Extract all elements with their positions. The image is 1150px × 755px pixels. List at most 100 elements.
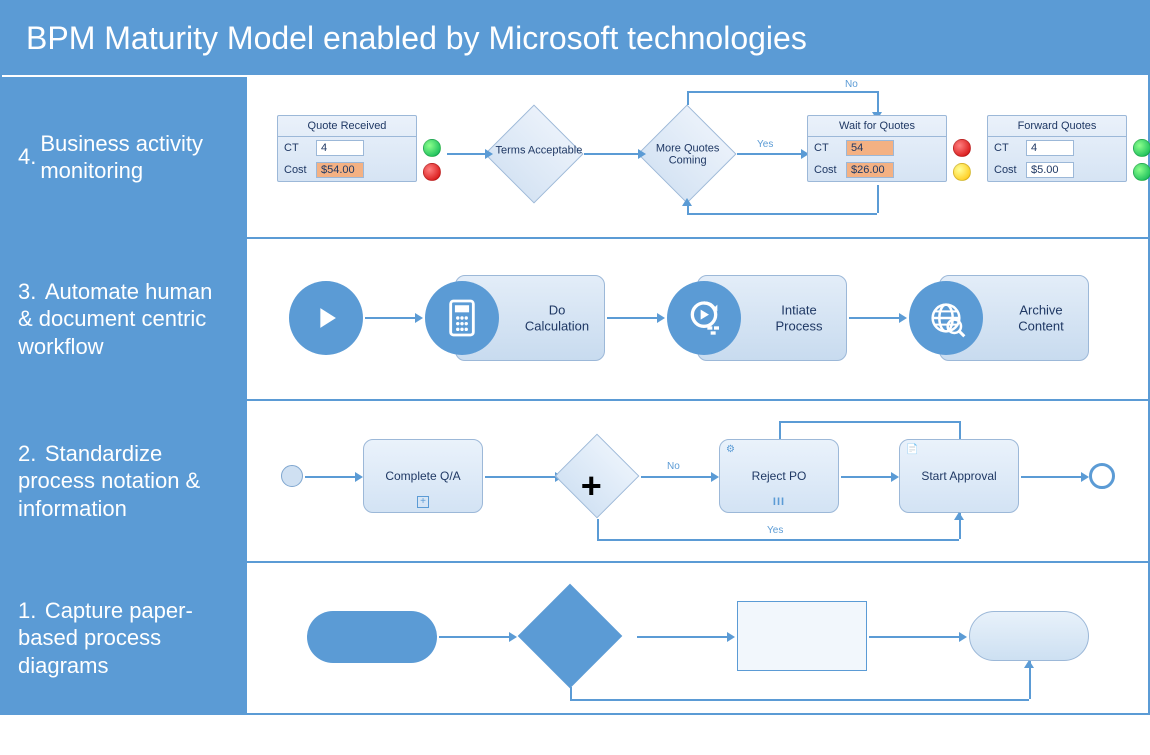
connector-label-yes: Yes: [767, 525, 783, 536]
script-task-icon: 📄: [906, 444, 918, 455]
row-2-text: Standardize process notation & informati…: [18, 441, 200, 521]
row-1-text: Capture paper-based process diagrams: [18, 598, 193, 678]
arrow-head-icon: [1024, 660, 1034, 668]
arrow-head-icon: [657, 313, 665, 323]
row-2: 2. Standardize process notation & inform…: [2, 401, 1148, 563]
connector: [584, 153, 638, 155]
calculator-icon: [425, 281, 499, 355]
activity-quote-received: Quote Received CT4 Cost$54.00: [277, 115, 417, 182]
row-4-text: Business activity monitoring: [40, 130, 231, 185]
row-2-num: 2.: [18, 441, 36, 466]
wf-card-label: Intiate Process: [764, 302, 834, 333]
row-3-label: 3. Automate human & document centric wor…: [2, 239, 247, 399]
terminator-shape-light: [969, 611, 1089, 661]
connector: [849, 317, 899, 319]
connector: [597, 539, 959, 541]
arrow-head-icon: [682, 198, 692, 206]
wf-card-label: Archive Content: [1006, 302, 1076, 333]
play-icon: [289, 281, 363, 355]
connector: [637, 636, 727, 638]
gateway-label: More Quotes Coming: [643, 143, 733, 167]
globe-icon: [909, 281, 983, 355]
activity-forward-quotes: Forward Quotes CT4 Cost$5.00: [987, 115, 1127, 182]
arrow-head-icon: [485, 149, 493, 159]
gateway-label: Terms Acceptable: [494, 144, 584, 156]
connector: [1021, 476, 1081, 478]
arrow-head-icon: [954, 512, 964, 520]
connector: [779, 421, 781, 439]
bpmn-canvas: Complete Q/A + + No Reject PO ⚙ III Star…: [247, 401, 1148, 561]
task-label: Complete Q/A: [385, 469, 460, 483]
connector: [869, 636, 959, 638]
task-label: Start Approval: [921, 469, 996, 483]
arrow-head-icon: [959, 632, 967, 642]
terminator-shape: [307, 611, 437, 663]
activity-title: Quote Received: [278, 116, 416, 137]
connector: [447, 153, 485, 155]
task-start-approval: Start Approval 📄: [899, 439, 1019, 513]
connector: [687, 91, 877, 93]
arrow-head-icon: [891, 472, 899, 482]
row-4-label: 4. Business activity monitoring: [2, 77, 247, 237]
connector: [485, 476, 555, 478]
arrow-head-icon: [355, 472, 363, 482]
status-dot-green: [1133, 139, 1150, 157]
arrow-head-icon: [509, 632, 517, 642]
connector: [305, 476, 355, 478]
connector-label-yes: Yes: [757, 139, 773, 150]
row-1: 1. Capture paper-based process diagrams: [2, 563, 1148, 713]
arrow-head-icon: [415, 313, 423, 323]
status-dot-red: [953, 139, 971, 157]
connector: [439, 636, 509, 638]
service-task-icon: ⚙: [726, 444, 735, 455]
shapes-canvas: [247, 563, 1148, 713]
workflow-canvas: Do Calculation Intiate Process Archive C…: [247, 239, 1148, 399]
activity-title: Wait for Quotes: [808, 116, 946, 137]
connector: [687, 91, 689, 105]
connector: [687, 213, 877, 215]
arrow-head-icon: [638, 149, 646, 159]
connector-label-no: No: [845, 79, 858, 90]
status-dot-red: [423, 163, 441, 181]
activity-wait-quotes: Wait for Quotes CT54 Cost$26.00: [807, 115, 947, 182]
process-shape: [737, 601, 867, 671]
connector: [570, 687, 572, 699]
gateway-terms-acceptable: Terms Acceptable: [485, 105, 584, 204]
row-3-num: 3.: [18, 279, 36, 304]
bam-canvas: Quote Received CT4 Cost$54.00 Terms Acce…: [247, 77, 1148, 237]
connector: [877, 185, 879, 213]
connector: [607, 317, 657, 319]
multi-instance-icon: III: [773, 496, 785, 508]
connector: [597, 519, 599, 539]
arrow-head-icon: [1081, 472, 1089, 482]
plus-icon: +: [581, 465, 639, 507]
row-3: 3. Automate human & document centric wor…: [2, 239, 1148, 401]
connector: [779, 421, 959, 423]
activity-title: Forward Quotes: [988, 116, 1126, 137]
row-1-num: 1.: [18, 598, 36, 623]
status-dot-yellow: [953, 163, 971, 181]
gateway-more-quotes: More Quotes Coming: [638, 105, 737, 204]
connector-label-no: No: [667, 461, 680, 472]
gateway-parallel: +: [555, 434, 640, 519]
decision-shape: [518, 584, 623, 689]
connector: [737, 153, 801, 155]
row-4-num: 4.: [18, 144, 36, 170]
task-reject-po: Reject PO ⚙ III: [719, 439, 839, 513]
connector: [641, 476, 711, 478]
title-bar: BPM Maturity Model enabled by Microsoft …: [2, 2, 1148, 77]
diagram-frame: BPM Maturity Model enabled by Microsoft …: [0, 0, 1150, 715]
connector: [959, 421, 961, 439]
row-4: 4. Business activity monitoring Quote Re…: [2, 77, 1148, 239]
connector: [570, 699, 1029, 701]
status-dot-green: [423, 139, 441, 157]
arrow-head-icon: [711, 472, 719, 482]
task-label: Reject PO: [752, 469, 807, 483]
start-event-icon: [281, 465, 303, 487]
row-1-label: 1. Capture paper-based process diagrams: [2, 563, 247, 713]
arrow-head-icon: [899, 313, 907, 323]
arrow-head-icon: [727, 632, 735, 642]
connector: [365, 317, 415, 319]
subprocess-marker-icon: +: [417, 496, 429, 508]
title-text: BPM Maturity Model enabled by Microsoft …: [26, 20, 807, 56]
